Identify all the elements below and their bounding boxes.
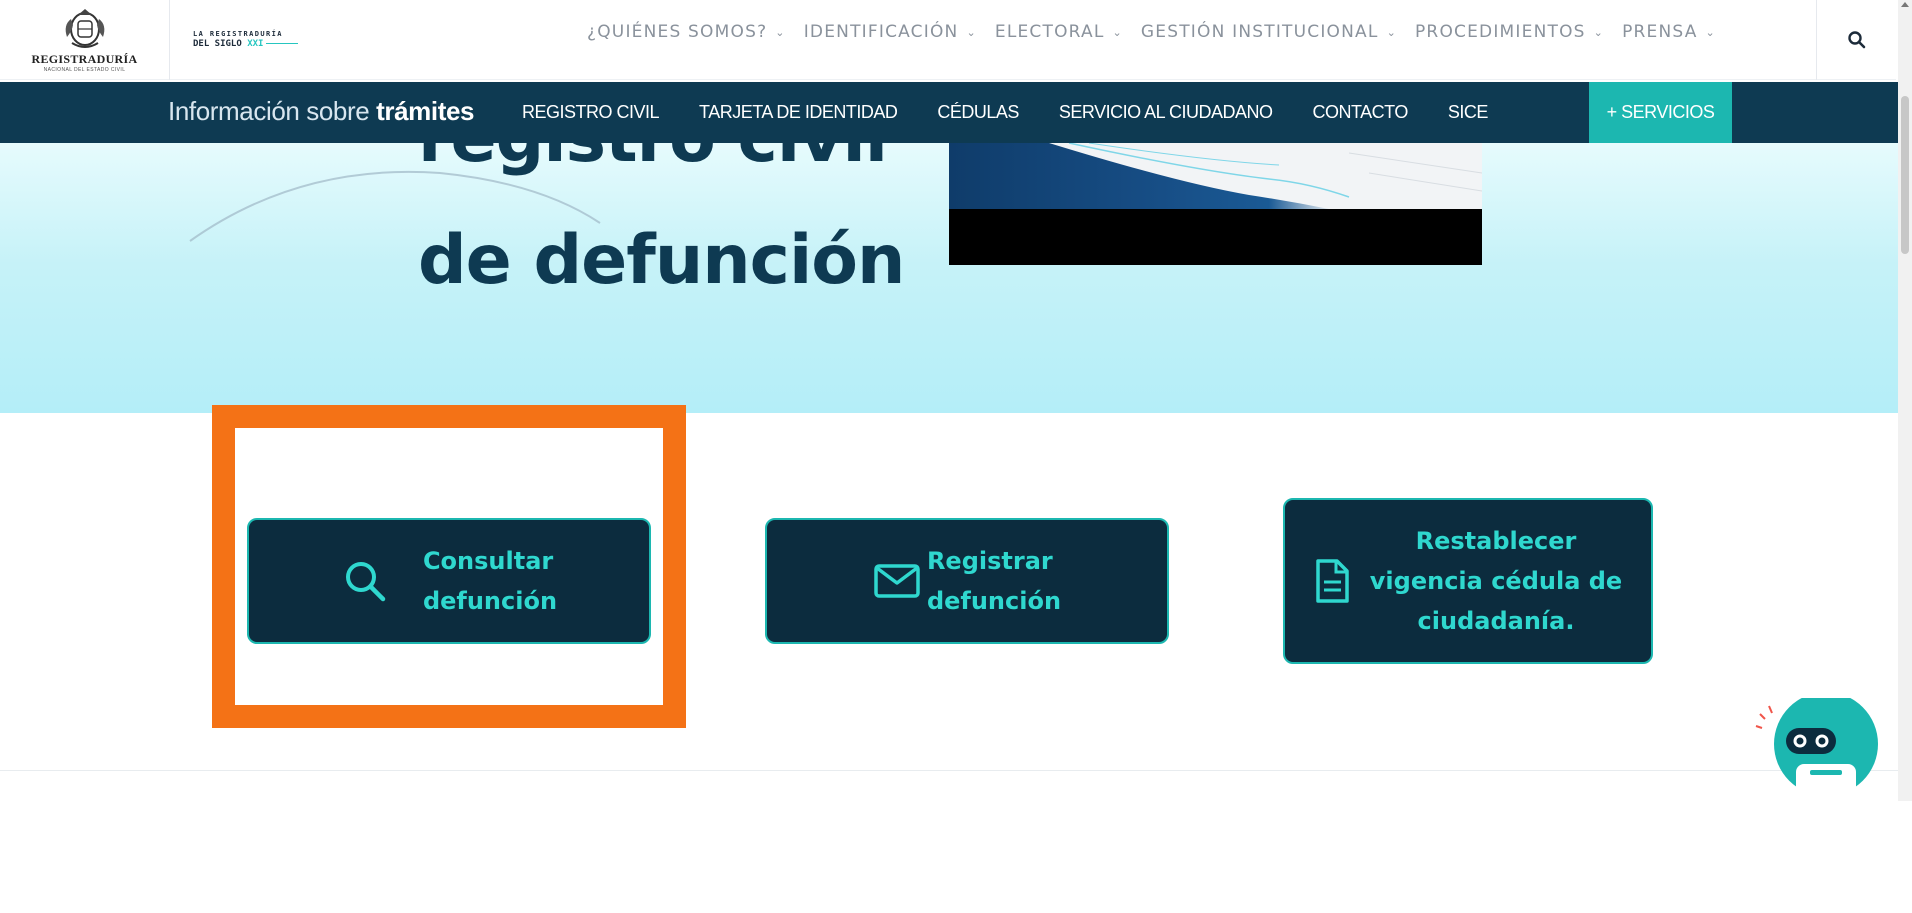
subnav-mas-servicios-button[interactable]: + SERVICIOS <box>1589 82 1732 143</box>
consultar-line1: Consultar <box>422 547 554 575</box>
subnav-title-bold: trámites <box>376 96 475 126</box>
document-icon <box>1314 558 1350 604</box>
top-header: REGISTRADURÍA NACIONAL DEL ESTADO CIVIL … <box>0 0 1896 80</box>
subnav-servicio-ciudadano[interactable]: SERVICIO AL CIUDADANO <box>1059 102 1273 123</box>
chevron-down-icon: ⌄ <box>775 25 786 39</box>
registrar-line1: Registrar <box>926 547 1053 575</box>
siglo-xxi-text: XXI <box>247 39 264 49</box>
consultar-label: Consultar defunción <box>423 541 557 621</box>
siglo-line1: LA REGISTRADURÍA <box>193 30 283 38</box>
nav-electoral[interactable]: ELECTORAL ⌄ <box>995 22 1123 42</box>
nav-gestion-institucional[interactable]: GESTIÓN INSTITUCIONAL ⌄ <box>1141 22 1397 42</box>
hero-banner: registro civil de defunción <box>0 143 1898 413</box>
registrar-label: Registrar defunción <box>927 541 1061 621</box>
hero-image-redacted <box>949 209 1482 265</box>
subnav-sice[interactable]: SICE <box>1448 102 1489 123</box>
siglo-xxi-logo[interactable]: LA REGISTRADURÍA DEL SIGLO XXI <box>193 30 303 49</box>
consultar-defuncion-button[interactable]: Consultar defunción <box>247 518 651 644</box>
nav-label: GESTIÓN INSTITUCIONAL <box>1140 22 1379 42</box>
envelope-icon <box>873 563 921 599</box>
nav-identificacion[interactable]: IDENTIFICACIÓN ⌄ <box>804 22 977 42</box>
scroll-thumb[interactable] <box>1901 96 1909 254</box>
subnav-title-prefix: Información sobre <box>168 96 377 126</box>
chevron-down-icon: ⌄ <box>966 25 977 39</box>
siglo-underline <box>266 43 299 44</box>
nav-label: ELECTORAL <box>994 22 1105 42</box>
robot-icon <box>1755 692 1878 798</box>
page: REGISTRADURÍA NACIONAL DEL ESTADO CIVIL … <box>0 0 1912 913</box>
vertical-scrollbar[interactable] <box>1898 0 1912 801</box>
subnav-title: Información sobre trámites <box>168 96 475 127</box>
nav-label: ¿QUIÉNES SOMOS? <box>587 22 768 42</box>
subnav-cedulas[interactable]: CÉDULAS <box>937 102 1019 123</box>
hero-image-wave <box>1049 143 1482 209</box>
subnav-links: REGISTRO CIVIL TARJETA DE IDENTIDAD CÉDU… <box>522 82 1528 143</box>
siglo-line2: DEL SIGLO XXI <box>193 39 303 49</box>
coat-of-arms-icon <box>65 9 104 48</box>
search-button[interactable] <box>1816 0 1896 80</box>
nav-label: PROCEDIMIENTOS <box>1414 22 1586 42</box>
restablecer-line3: ciudadanía. <box>1417 607 1575 635</box>
registraduria-logo[interactable]: REGISTRADURÍA NACIONAL DEL ESTADO CIVIL <box>0 0 170 80</box>
chatbot-button[interactable] <box>1752 692 1882 803</box>
chevron-down-icon: ⌄ <box>1386 25 1397 39</box>
restablecer-line2: vigencia cédula de <box>1369 567 1623 595</box>
main-nav: ¿QUIÉNES SOMOS? ⌄ IDENTIFICACIÓN ⌄ ELECTOR… <box>587 22 1734 42</box>
subnav-registro-civil[interactable]: REGISTRO CIVIL <box>522 102 660 123</box>
subnav-contacto[interactable]: CONTACTO <box>1312 102 1408 123</box>
search-icon <box>1847 31 1865 49</box>
nav-prensa[interactable]: PRENSA ⌄ <box>1622 22 1716 42</box>
tramites-subnav: Información sobre trámites REGISTRO CIVI… <box>0 82 1898 143</box>
restablecer-label: Restablecer vigencia cédula de ciudadaní… <box>1370 521 1622 641</box>
consultar-line2: defunción <box>422 587 558 615</box>
logo-subtext: NACIONAL DEL ESTADO CIVIL <box>43 67 126 73</box>
siglo-text: DEL SIGLO <box>193 39 242 49</box>
registrar-line2: defunción <box>926 587 1062 615</box>
hero-title-line2: de defunción <box>418 221 905 300</box>
subnav-tarjeta-identidad[interactable]: TARJETA DE IDENTIDAD <box>699 102 898 123</box>
section-divider <box>0 770 1898 771</box>
nav-label: IDENTIFICACIÓN <box>803 22 959 42</box>
search-icon <box>341 557 389 605</box>
hero-title-line1: registro civil <box>418 143 888 178</box>
logo-text: REGISTRADURÍA <box>31 52 138 66</box>
registrar-defuncion-button[interactable]: Registrar defunción <box>765 518 1169 644</box>
nav-procedimientos[interactable]: PROCEDIMIENTOS ⌄ <box>1415 22 1604 42</box>
restablecer-vigencia-button[interactable]: Restablecer vigencia cédula de ciudadaní… <box>1283 498 1653 664</box>
chevron-down-icon: ⌄ <box>1593 25 1605 39</box>
nav-quienes-somos[interactable]: ¿QUIÉNES SOMOS? ⌄ <box>587 22 786 42</box>
nav-label: PRENSA <box>1622 22 1698 42</box>
hero-image <box>949 143 1482 209</box>
restablecer-line1: Restablecer <box>1415 527 1577 555</box>
chevron-down-icon: ⌄ <box>1705 25 1716 39</box>
scroll-up-arrow-icon[interactable] <box>1901 2 1909 7</box>
chevron-down-icon: ⌄ <box>1112 25 1123 39</box>
